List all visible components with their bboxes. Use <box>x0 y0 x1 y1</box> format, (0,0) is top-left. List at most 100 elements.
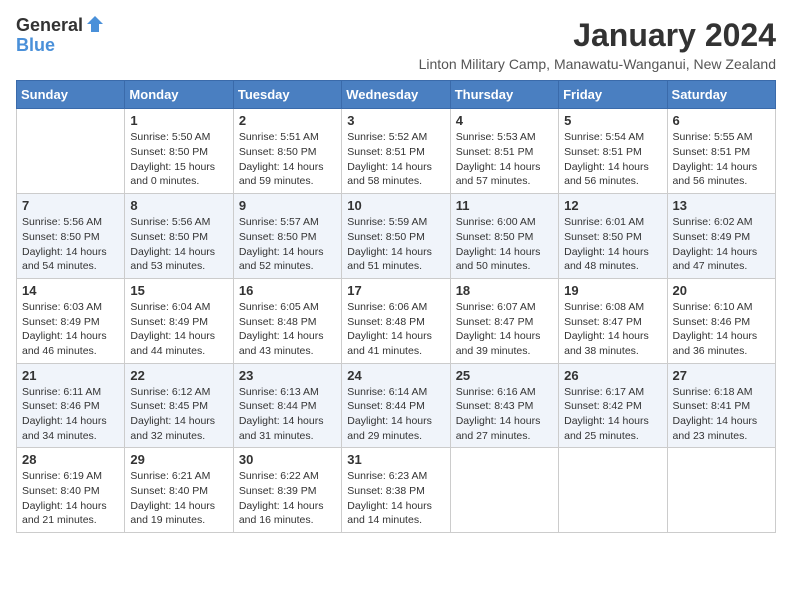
day-info: Sunrise: 5:59 AMSunset: 8:50 PMDaylight:… <box>347 215 444 274</box>
calendar-cell <box>17 109 125 194</box>
calendar-cell: 10 Sunrise: 5:59 AMSunset: 8:50 PMDayligh… <box>342 194 450 279</box>
day-number: 17 <box>347 283 444 298</box>
day-info: Sunrise: 5:53 AMSunset: 8:51 PMDaylight:… <box>456 130 553 189</box>
week-row-2: 7Sunrise: 5:56 AMSunset: 8:50 PMDaylight… <box>17 194 776 279</box>
days-of-week-row: SundayMondayTuesdayWednesdayThursdayFrid… <box>17 81 776 109</box>
week-row-1: 1 Sunrise: 5:50 AMSunset: 8:50 PMDaylight… <box>17 109 776 194</box>
day-number: 15 <box>130 283 227 298</box>
day-info: Sunrise: 6:06 AMSunset: 8:48 PMDaylight:… <box>347 300 444 359</box>
logo-general: General <box>16 16 83 36</box>
day-header-friday: Friday <box>559 81 667 109</box>
week-row-3: 14 Sunrise: 6:03 AMSunset: 8:49 PMDayligh… <box>17 278 776 363</box>
day-info: Sunrise: 6:04 AMSunset: 8:49 PMDaylight:… <box>130 300 227 359</box>
day-info: Sunrise: 6:10 AMSunset: 8:46 PMDaylight:… <box>673 300 770 359</box>
day-info: Sunrise: 5:52 AMSunset: 8:51 PMDaylight:… <box>347 130 444 189</box>
day-header-thursday: Thursday <box>450 81 558 109</box>
calendar-cell: 16 Sunrise: 6:05 AMSunset: 8:48 PMDayligh… <box>233 278 341 363</box>
calendar-cell: 24 Sunrise: 6:14 AMSunset: 8:44 PMDayligh… <box>342 363 450 448</box>
day-number: 1 <box>130 113 227 128</box>
calendar-cell: 20Sunrise: 6:10 AMSunset: 8:46 PMDayligh… <box>667 278 775 363</box>
logo-icon <box>85 14 105 34</box>
day-number: 21 <box>22 368 119 383</box>
calendar-cell: 7Sunrise: 5:56 AMSunset: 8:50 PMDaylight… <box>17 194 125 279</box>
day-number: 27 <box>673 368 770 383</box>
day-number: 4 <box>456 113 553 128</box>
week-row-4: 21Sunrise: 6:11 AMSunset: 8:46 PMDayligh… <box>17 363 776 448</box>
calendar-cell: 9Sunrise: 5:57 AMSunset: 8:50 PMDaylight… <box>233 194 341 279</box>
day-info: Sunrise: 5:55 AMSunset: 8:51 PMDaylight:… <box>673 130 770 189</box>
day-info: Sunrise: 6:08 AMSunset: 8:47 PMDaylight:… <box>564 300 661 359</box>
calendar-cell: 1 Sunrise: 5:50 AMSunset: 8:50 PMDaylight… <box>125 109 233 194</box>
logo: General Blue <box>16 16 105 56</box>
day-info: Sunrise: 6:07 AMSunset: 8:47 PMDaylight:… <box>456 300 553 359</box>
day-info: Sunrise: 6:21 AMSunset: 8:40 PMDaylight:… <box>130 469 227 528</box>
day-info: Sunrise: 5:50 AMSunset: 8:50 PMDaylight:… <box>130 130 227 189</box>
day-number: 19 <box>564 283 661 298</box>
day-number: 8 <box>130 198 227 213</box>
day-number: 24 <box>347 368 444 383</box>
calendar-cell: 28 Sunrise: 6:19 AMSunset: 8:40 PMDayligh… <box>17 448 125 533</box>
calendar-cell: 3 Sunrise: 5:52 AMSunset: 8:51 PMDaylight… <box>342 109 450 194</box>
calendar-cell: 29Sunrise: 6:21 AMSunset: 8:40 PMDayligh… <box>125 448 233 533</box>
day-number: 26 <box>564 368 661 383</box>
calendar-cell: 17 Sunrise: 6:06 AMSunset: 8:48 PMDayligh… <box>342 278 450 363</box>
day-number: 3 <box>347 113 444 128</box>
calendar-cell: 11 Sunrise: 6:00 AMSunset: 8:50 PMDayligh… <box>450 194 558 279</box>
calendar-cell: 19 Sunrise: 6:08 AMSunset: 8:47 PMDayligh… <box>559 278 667 363</box>
calendar-cell: 8 Sunrise: 5:56 AMSunset: 8:50 PMDaylight… <box>125 194 233 279</box>
day-info: Sunrise: 5:54 AMSunset: 8:51 PMDaylight:… <box>564 130 661 189</box>
calendar-cell: 21Sunrise: 6:11 AMSunset: 8:46 PMDayligh… <box>17 363 125 448</box>
day-info: Sunrise: 5:51 AMSunset: 8:50 PMDaylight:… <box>239 130 336 189</box>
day-number: 13 <box>673 198 770 213</box>
calendar-cell: 25 Sunrise: 6:16 AMSunset: 8:43 PMDayligh… <box>450 363 558 448</box>
day-info: Sunrise: 6:19 AMSunset: 8:40 PMDaylight:… <box>22 469 119 528</box>
calendar-body: 1 Sunrise: 5:50 AMSunset: 8:50 PMDaylight… <box>17 109 776 533</box>
calendar-cell <box>559 448 667 533</box>
calendar-cell: 27 Sunrise: 6:18 AMSunset: 8:41 PMDayligh… <box>667 363 775 448</box>
day-info: Sunrise: 6:14 AMSunset: 8:44 PMDaylight:… <box>347 385 444 444</box>
day-info: Sunrise: 6:13 AMSunset: 8:44 PMDaylight:… <box>239 385 336 444</box>
day-header-wednesday: Wednesday <box>342 81 450 109</box>
calendar-cell: 30Sunrise: 6:22 AMSunset: 8:39 PMDayligh… <box>233 448 341 533</box>
day-info: Sunrise: 6:05 AMSunset: 8:48 PMDaylight:… <box>239 300 336 359</box>
calendar-cell: 26Sunrise: 6:17 AMSunset: 8:42 PMDayligh… <box>559 363 667 448</box>
day-number: 25 <box>456 368 553 383</box>
day-info: Sunrise: 6:01 AMSunset: 8:50 PMDaylight:… <box>564 215 661 274</box>
calendar-cell: 12 Sunrise: 6:01 AMSunset: 8:50 PMDayligh… <box>559 194 667 279</box>
calendar-cell: 13Sunrise: 6:02 AMSunset: 8:49 PMDayligh… <box>667 194 775 279</box>
calendar-cell: 5 Sunrise: 5:54 AMSunset: 8:51 PMDaylight… <box>559 109 667 194</box>
day-number: 22 <box>130 368 227 383</box>
calendar-cell <box>667 448 775 533</box>
day-header-tuesday: Tuesday <box>233 81 341 109</box>
day-number: 28 <box>22 452 119 467</box>
calendar-cell: 18Sunrise: 6:07 AMSunset: 8:47 PMDayligh… <box>450 278 558 363</box>
day-number: 12 <box>564 198 661 213</box>
day-number: 10 <box>347 198 444 213</box>
day-info: Sunrise: 6:03 AMSunset: 8:49 PMDaylight:… <box>22 300 119 359</box>
day-info: Sunrise: 6:23 AMSunset: 8:38 PMDaylight:… <box>347 469 444 528</box>
title-section: January 2024 Linton Military Camp, Manaw… <box>419 16 776 72</box>
day-info: Sunrise: 6:00 AMSunset: 8:50 PMDaylight:… <box>456 215 553 274</box>
calendar-cell: 31Sunrise: 6:23 AMSunset: 8:38 PMDayligh… <box>342 448 450 533</box>
day-info: Sunrise: 5:57 AMSunset: 8:50 PMDaylight:… <box>239 215 336 274</box>
day-number: 5 <box>564 113 661 128</box>
day-number: 16 <box>239 283 336 298</box>
day-info: Sunrise: 6:12 AMSunset: 8:45 PMDaylight:… <box>130 385 227 444</box>
day-info: Sunrise: 6:18 AMSunset: 8:41 PMDaylight:… <box>673 385 770 444</box>
day-number: 30 <box>239 452 336 467</box>
page-header: General Blue January 2024 Linton Militar… <box>16 16 776 72</box>
day-number: 23 <box>239 368 336 383</box>
day-number: 2 <box>239 113 336 128</box>
calendar-cell <box>450 448 558 533</box>
day-number: 11 <box>456 198 553 213</box>
calendar-table: SundayMondayTuesdayWednesdayThursdayFrid… <box>16 80 776 533</box>
calendar-header: SundayMondayTuesdayWednesdayThursdayFrid… <box>17 81 776 109</box>
day-number: 14 <box>22 283 119 298</box>
calendar-cell: 6Sunrise: 5:55 AMSunset: 8:51 PMDaylight… <box>667 109 775 194</box>
month-year-title: January 2024 <box>419 16 776 54</box>
day-info: Sunrise: 6:16 AMSunset: 8:43 PMDaylight:… <box>456 385 553 444</box>
week-row-5: 28 Sunrise: 6:19 AMSunset: 8:40 PMDayligh… <box>17 448 776 533</box>
calendar-cell: 2 Sunrise: 5:51 AMSunset: 8:50 PMDaylight… <box>233 109 341 194</box>
day-info: Sunrise: 5:56 AMSunset: 8:50 PMDaylight:… <box>130 215 227 274</box>
calendar-cell: 15 Sunrise: 6:04 AMSunset: 8:49 PMDayligh… <box>125 278 233 363</box>
